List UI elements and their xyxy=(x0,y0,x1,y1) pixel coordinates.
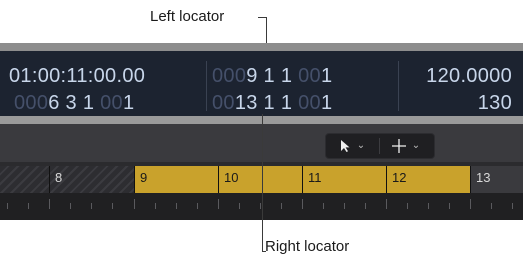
beat-tick xyxy=(70,203,71,209)
pointer-icon xyxy=(340,140,350,152)
beat-tick xyxy=(134,199,135,209)
beat-tick xyxy=(470,199,471,209)
tick-zeros: 00 xyxy=(94,92,123,114)
bar-line xyxy=(386,166,387,193)
beat-tick xyxy=(491,203,492,209)
leading-zeros: 00 xyxy=(212,92,235,114)
beat-tick xyxy=(323,203,324,209)
timecode-display[interactable]: 01:00:11:00.00 xyxy=(9,64,145,88)
beat-tick xyxy=(407,203,408,209)
lcd-top-edge xyxy=(0,43,523,51)
beat-tick xyxy=(7,203,8,209)
tick-value: 1 xyxy=(122,92,135,114)
tick-value: 1 xyxy=(320,65,333,87)
beat-tick xyxy=(176,203,177,209)
beat-tick xyxy=(260,203,261,209)
chevron-down-icon: ⌄ xyxy=(356,140,366,151)
marquee-tool-menu[interactable]: ⌄ xyxy=(380,134,432,158)
bar-line xyxy=(49,166,50,193)
beat-tick xyxy=(449,203,450,209)
lcd-separator xyxy=(398,61,399,111)
tempo-field[interactable]: 120.0000 xyxy=(402,64,512,88)
left-locator-callout: Left locator xyxy=(150,8,225,25)
leading-zeros: 000 xyxy=(212,65,247,87)
bar-line xyxy=(134,166,135,193)
right-locator-callout: Right locator xyxy=(265,238,350,255)
tick-zeros: 00 xyxy=(292,65,321,87)
bar-number: 8 xyxy=(55,170,63,185)
bar-number: 11 xyxy=(308,170,322,185)
tool-menu-group: ⌄ ⌄ xyxy=(325,133,435,159)
signature-field[interactable]: 130 xyxy=(402,91,512,115)
ruler-inactive-area xyxy=(0,166,134,193)
beat-tick xyxy=(197,203,198,209)
right-locator-value: 13 1 1 xyxy=(234,92,293,114)
beat-tick xyxy=(155,203,156,209)
bar-number: 13 xyxy=(476,170,491,185)
bar-line xyxy=(218,166,219,193)
lcd-display-bar: 01:00:11:00.00 0006 3 1 001 0009 1 1 001… xyxy=(0,43,523,124)
beat-tick xyxy=(28,203,29,209)
bar-line xyxy=(470,166,471,193)
beat-tick xyxy=(49,199,50,209)
right-locator-field[interactable]: 0013 1 1 001 xyxy=(212,91,332,115)
beat-tick xyxy=(344,203,345,209)
lcd-display[interactable]: 01:00:11:00.00 0006 3 1 001 0009 1 1 001… xyxy=(0,51,523,116)
beat-tick xyxy=(281,203,282,209)
bar-line xyxy=(302,166,303,193)
beat-tick xyxy=(112,203,113,209)
position-value: 6 3 1 xyxy=(48,92,95,114)
beat-tick xyxy=(239,203,240,209)
right-locator-leader xyxy=(262,114,263,252)
beat-tick xyxy=(512,203,513,209)
beat-tick xyxy=(302,199,303,209)
beat-tick xyxy=(428,203,429,209)
beat-tick xyxy=(91,203,92,209)
beat-tick xyxy=(386,199,387,209)
chevron-down-icon: ⌄ xyxy=(411,140,421,151)
beat-tick xyxy=(365,203,366,209)
playhead-position-bars[interactable]: 0006 3 1 001 xyxy=(14,91,134,115)
lcd-separator xyxy=(206,61,207,111)
leading-zeros: 000 xyxy=(14,92,49,114)
beat-tick xyxy=(218,199,219,209)
crosshair-icon xyxy=(391,139,406,153)
left-locator-field[interactable]: 0009 1 1 001 xyxy=(212,64,332,88)
tick-value: 1 xyxy=(320,92,333,114)
pointer-tool-menu[interactable]: ⌄ xyxy=(326,134,378,158)
bar-number: 10 xyxy=(224,170,239,185)
left-locator-value: 9 1 1 xyxy=(246,65,293,87)
bar-number: 12 xyxy=(392,170,407,185)
bar-number: 9 xyxy=(140,170,148,185)
tick-zeros: 00 xyxy=(292,92,321,114)
